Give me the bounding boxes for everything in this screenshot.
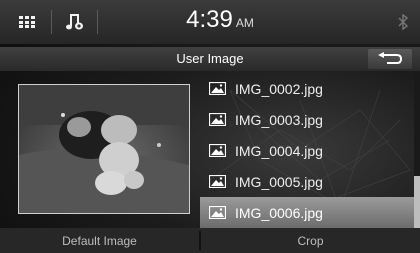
file-name: IMG_0004.jpg xyxy=(235,142,323,159)
image-file-icon xyxy=(209,113,226,126)
clock-time: 4:39 xyxy=(186,6,233,33)
scrollbar[interactable] xyxy=(414,72,420,228)
bottom-bar: Default Image Crop xyxy=(0,228,420,253)
clock: 4:39 AM xyxy=(160,6,280,38)
list-item[interactable]: IMG_0003.jpg xyxy=(200,104,414,135)
list-item-selected[interactable]: IMG_0006.jpg xyxy=(200,197,414,228)
title-bar: User Image xyxy=(0,47,420,71)
list-item[interactable]: IMG_0005.jpg xyxy=(200,166,414,197)
page-title: User Image xyxy=(176,51,244,66)
image-file-icon xyxy=(209,82,226,95)
screen: 4:39 AM User Image IMG_0002.jpg IMG_0003… xyxy=(0,0,420,253)
file-name: IMG_0003.jpg xyxy=(235,111,323,128)
file-name: IMG_0002.jpg xyxy=(235,80,323,97)
status-bar: 4:39 AM xyxy=(0,0,420,44)
back-arrow-icon xyxy=(378,52,403,64)
list-item[interactable]: IMG_0002.jpg xyxy=(200,73,414,104)
menu-button[interactable] xyxy=(8,8,46,36)
audio-source-button[interactable] xyxy=(58,8,92,36)
list-item[interactable]: IMG_0004.jpg xyxy=(200,135,414,166)
clock-ampm: AM xyxy=(235,16,254,30)
default-image-button[interactable]: Default Image xyxy=(0,228,199,253)
image-preview xyxy=(18,84,190,214)
file-list: IMG_0002.jpg IMG_0003.jpg IMG_0004.jpg I… xyxy=(200,73,414,228)
file-name: IMG_0006.jpg xyxy=(235,204,323,221)
grid-icon xyxy=(19,16,35,28)
scrollbar-thumb[interactable] xyxy=(414,176,420,228)
divider xyxy=(97,10,98,34)
back-button[interactable] xyxy=(368,49,412,69)
image-file-icon xyxy=(209,144,226,157)
file-name: IMG_0005.jpg xyxy=(235,173,323,190)
preview-photo xyxy=(19,85,189,213)
image-file-icon xyxy=(209,206,226,219)
image-file-icon xyxy=(209,175,226,188)
divider xyxy=(51,10,52,34)
crop-button[interactable]: Crop xyxy=(201,228,420,253)
music-source-icon xyxy=(66,14,83,30)
bluetooth-icon xyxy=(398,13,409,31)
